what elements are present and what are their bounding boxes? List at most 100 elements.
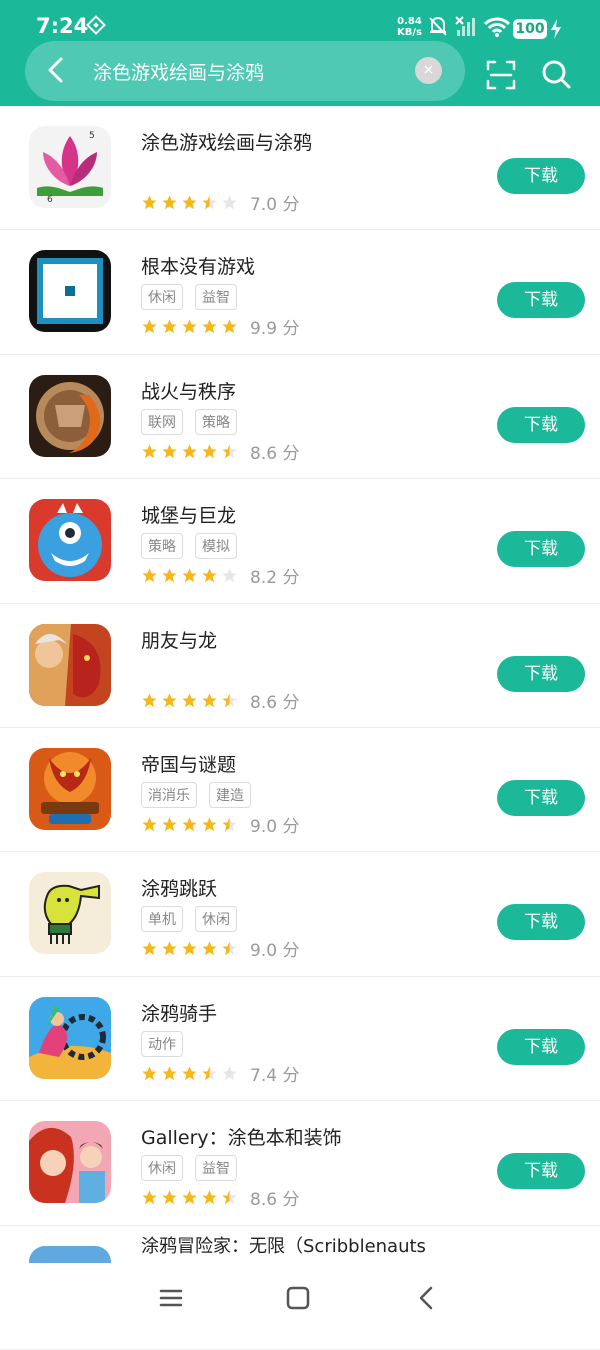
tag[interactable]: 消消乐	[141, 781, 197, 808]
list-item[interactable]: 朋友与龙 8.6 分 下载	[0, 604, 600, 728]
star-half-icon	[222, 817, 237, 832]
charging-icon	[551, 19, 561, 39]
star-full-icon	[202, 568, 217, 583]
tag[interactable]: 建造	[209, 781, 251, 808]
star-half-icon	[202, 1066, 217, 1080]
tag-list: 动作	[141, 1030, 183, 1057]
tag[interactable]: 模拟	[195, 533, 237, 560]
app-name[interactable]: 根本没有游戏	[141, 252, 255, 279]
wifi-icon	[484, 17, 510, 37]
rating: 8.6 分	[141, 439, 299, 464]
app-list: 5 6 涂色游戏绘画与涂鸦 7.0 分 下载 根本没有游戏 休闲 益智 9.9 …	[0, 106, 600, 1350]
download-button[interactable]: 下载	[497, 904, 585, 941]
tag[interactable]: 联网	[141, 408, 183, 435]
app-name[interactable]: 战火与秩序	[141, 377, 236, 404]
star-full-icon	[202, 692, 217, 707]
tag[interactable]: 休闲	[195, 906, 237, 933]
tag[interactable]: 益智	[195, 284, 237, 311]
download-button[interactable]: 下载	[497, 1153, 585, 1190]
score: 8.6 分	[250, 1190, 300, 1211]
star-full-icon	[182, 195, 197, 210]
star-full-icon	[162, 319, 177, 334]
star-full-icon	[142, 1066, 157, 1080]
menu-icon[interactable]	[156, 1283, 186, 1313]
download-button[interactable]: 下载	[497, 282, 585, 319]
back-icon[interactable]	[412, 1283, 442, 1313]
tag[interactable]: 益智	[195, 1155, 237, 1182]
home-icon[interactable]	[283, 1283, 313, 1313]
app-name[interactable]: 涂鸦骑手	[141, 999, 217, 1026]
search-icon[interactable]	[540, 58, 572, 90]
star-full-icon	[222, 319, 237, 334]
tag[interactable]: 单机	[141, 906, 183, 933]
app-name[interactable]: Gallery：涂色本和装饰	[141, 1123, 342, 1150]
star-full-icon	[142, 692, 157, 707]
star-full-icon	[182, 692, 197, 707]
rating: 9.0 分	[141, 812, 299, 837]
app-name[interactable]: 涂鸦跳跃	[141, 874, 217, 901]
rating: 7.0 分	[141, 190, 299, 215]
star-full-icon	[162, 1066, 177, 1080]
download-button[interactable]: 下载	[497, 531, 585, 568]
tag[interactable]: 休闲	[141, 1155, 183, 1182]
star-half-icon	[202, 195, 217, 210]
star-full-icon	[162, 817, 177, 832]
star-full-icon	[182, 444, 197, 459]
header-bar: 7:24 0.84 KB/s 100 涂色游戏绘画与涂鸦 ×	[0, 0, 600, 106]
star-full-icon	[202, 1190, 217, 1205]
app-icon-war-and-order[interactable]	[29, 374, 111, 457]
download-button[interactable]: 下载	[497, 1028, 585, 1065]
tag[interactable]: 策略	[195, 408, 237, 435]
score: 8.6 分	[250, 443, 300, 464]
download-button[interactable]: 下载	[497, 158, 585, 194]
app-name[interactable]: 涂色游戏绘画与涂鸦	[141, 128, 312, 155]
search-input[interactable]: 涂色游戏绘画与涂鸦	[93, 58, 264, 85]
app-icon-empires-puzzles[interactable]	[29, 747, 111, 830]
list-item[interactable]: 根本没有游戏 休闲 益智 9.9 分 下载	[0, 230, 600, 355]
list-item[interactable]: 5 6 涂色游戏绘画与涂鸦 7.0 分 下载	[0, 106, 600, 231]
app-icon-gallery[interactable]	[29, 1121, 111, 1204]
app-name[interactable]: 朋友与龙	[141, 626, 217, 653]
app-icon-no-game[interactable]	[29, 250, 111, 333]
app-name[interactable]: 城堡与巨龙	[141, 501, 236, 528]
download-button[interactable]: 下载	[497, 655, 585, 692]
tag-list: 单机 休闲	[141, 906, 237, 933]
app-name[interactable]: 涂鸦冒险家：无限（Scribblenauts	[141, 1232, 426, 1258]
score: 9.0 分	[250, 941, 300, 962]
tag[interactable]: 动作	[141, 1030, 183, 1057]
scan-icon[interactable]	[485, 59, 517, 91]
star-full-icon	[162, 941, 177, 956]
rating: 8.2 分	[141, 563, 299, 588]
back-arrow-icon[interactable]	[40, 54, 72, 86]
app-icon-castle-dragon[interactable]	[29, 499, 111, 582]
list-item[interactable]: 涂鸦骑手 动作 7.4 分 下载	[0, 977, 600, 1102]
star-full-icon	[142, 444, 157, 459]
download-button[interactable]: 下载	[497, 406, 585, 443]
tag-list: 联网 策略	[141, 408, 237, 435]
list-item[interactable]: Gallery：涂色本和装饰 休闲 益智 8.6 分 下载	[0, 1101, 600, 1226]
star-half-icon	[222, 444, 237, 459]
download-button[interactable]: 下载	[497, 779, 585, 816]
list-item[interactable]: 涂鸦跳跃 单机 休闲 9.0 分 下载	[0, 852, 600, 977]
clear-search-button[interactable]: ×	[415, 57, 442, 84]
list-item[interactable]: 城堡与巨龙 策略 模拟 8.2 分 下载	[0, 479, 600, 604]
star-full-icon	[202, 319, 217, 334]
status-bar: 7:24 0.84 KB/s 100	[0, 0, 600, 46]
star-empty-icon	[222, 1066, 237, 1080]
star-full-icon	[142, 817, 157, 832]
star-empty-icon	[222, 195, 237, 210]
tag[interactable]: 策略	[141, 533, 183, 560]
list-item[interactable]: 战火与秩序 联网 策略 8.6 分 下载	[0, 355, 600, 480]
nfc-icon	[86, 15, 106, 35]
star-full-icon	[162, 692, 177, 707]
app-icon-coloring[interactable]: 5 6	[29, 126, 111, 208]
list-item[interactable]: 帝国与谜题 消消乐 建造 9.0 分 下载	[0, 728, 600, 853]
app-icon-friends-dragons[interactable]	[29, 623, 111, 706]
score: 9.9 分	[250, 319, 300, 340]
app-icon-doodle-jump[interactable]	[29, 872, 111, 955]
tag[interactable]: 休闲	[141, 284, 183, 311]
app-icon-doodle-rider[interactable]	[29, 996, 111, 1079]
signal-icon	[455, 16, 475, 36]
app-name[interactable]: 帝国与谜题	[141, 750, 236, 777]
score: 8.6 分	[250, 692, 300, 713]
